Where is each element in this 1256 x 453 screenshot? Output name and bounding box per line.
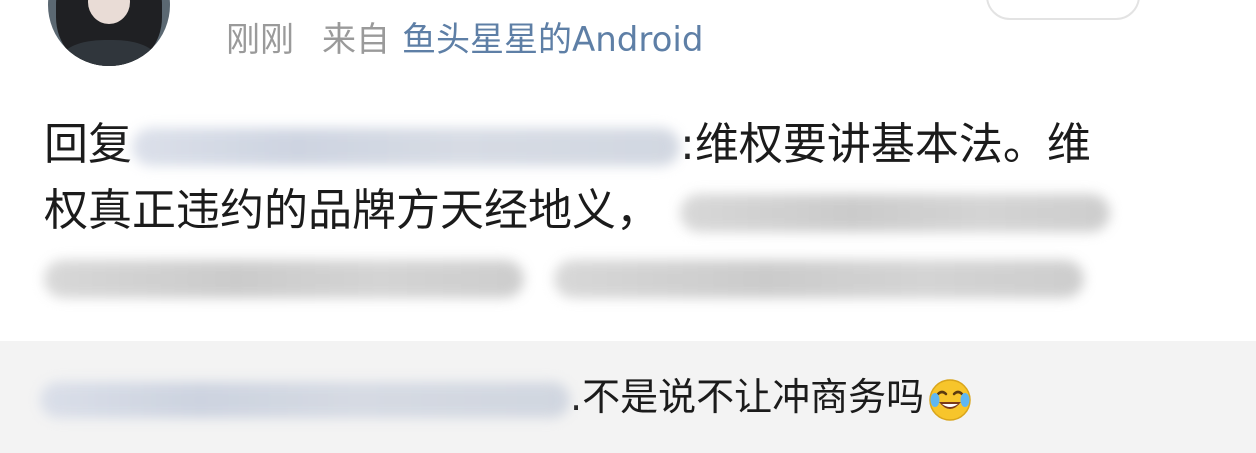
reply-line-3	[44, 244, 1214, 310]
follow-button[interactable]	[986, 0, 1140, 20]
quoted-text-content: .不是说不让冲商务吗	[570, 375, 925, 419]
quoted-text: .不是说不让冲商务吗	[40, 373, 972, 422]
redacted-text	[680, 194, 1110, 232]
source-link[interactable]: 鱼头星星的Android	[402, 20, 703, 60]
post-meta: 刚刚 来自 鱼头星星的Android	[226, 18, 703, 62]
redacted-text	[554, 260, 1084, 298]
reply-line-1: 回复 :维权要讲基本法。维	[44, 112, 1214, 178]
redacted-text	[44, 260, 524, 298]
reply-line-2: 权真正违约的品牌方天经地义，	[44, 178, 1214, 244]
avatar-shoulder	[62, 40, 156, 66]
redacted-username	[132, 128, 680, 166]
post-time: 刚刚	[226, 20, 294, 60]
from-label: 来自	[322, 20, 390, 60]
redacted-username	[40, 381, 570, 418]
avatar[interactable]	[48, 0, 170, 66]
reply-prefix: 回复	[44, 119, 132, 170]
reply-line-1-text: :维权要讲基本法。维	[680, 119, 1091, 170]
reply-line-2-text: 权真正违约的品牌方天经地义，	[44, 185, 660, 236]
quoted-comment[interactable]: .不是说不让冲商务吗	[0, 341, 1256, 453]
reply-content: 回复 :维权要讲基本法。维 权真正违约的品牌方天经地义，	[44, 112, 1214, 310]
laugh-cry-emoji-icon	[928, 378, 972, 422]
